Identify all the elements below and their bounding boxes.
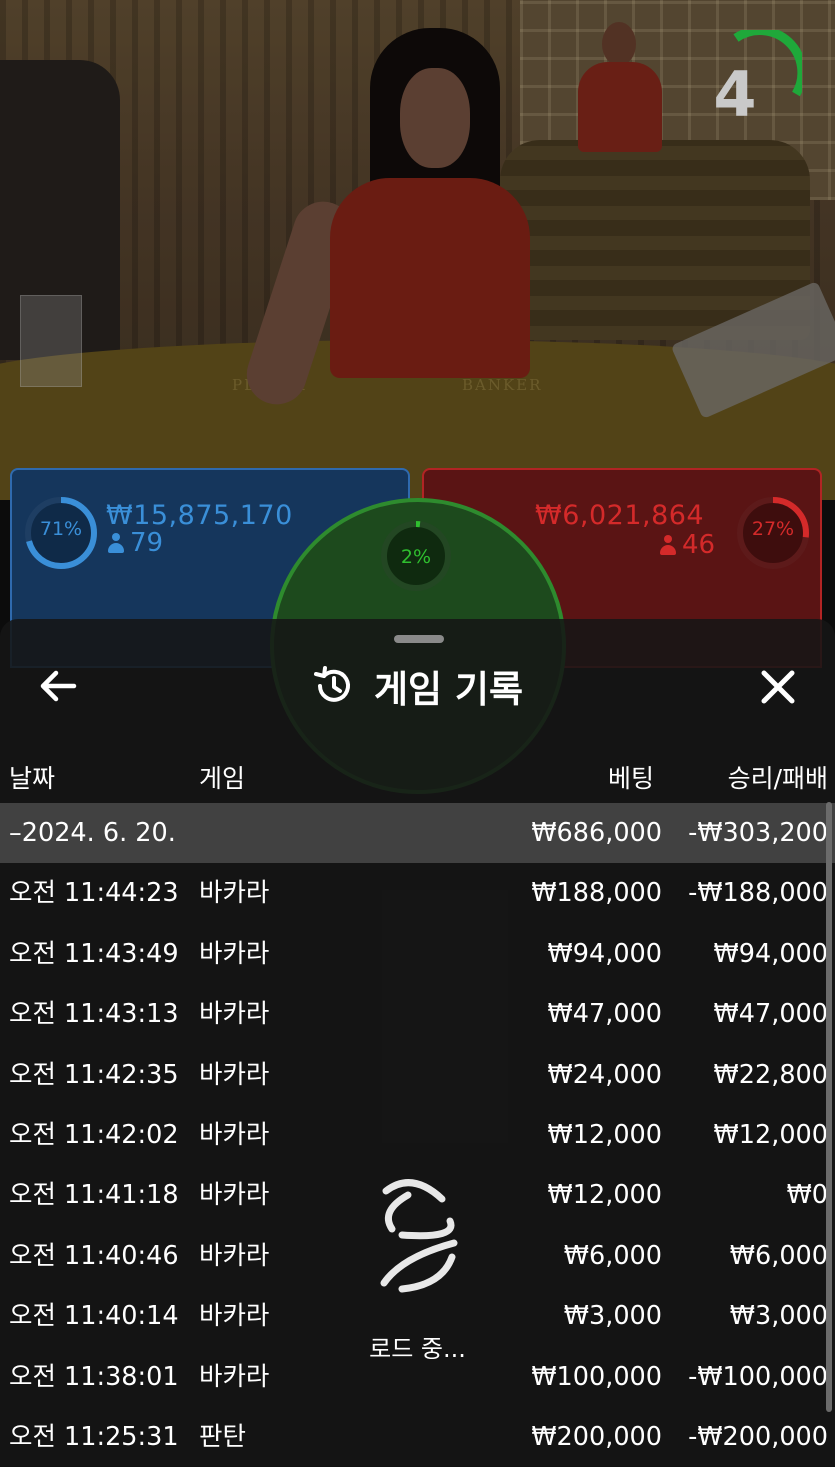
countdown-number: 4 [713,58,757,131]
row-result: -₩188,000 [688,878,828,909]
column-header-result: 승리/패배 [727,764,828,793]
history-row[interactable]: 오전 11:43:49 바카라 ₩94,000 ₩94,000 [0,924,835,984]
close-button[interactable] [752,661,804,713]
row-time: 오전 11:43:49 [9,938,179,969]
row-time: 오전 11:43:13 [9,999,179,1030]
banker-total-bet: ₩6,021,864 [535,500,705,531]
group-bet-total: ₩686,000 [531,818,662,848]
row-game: 판탄 [199,1421,246,1452]
row-time: 오전 11:41:18 [9,1180,179,1211]
drag-handle[interactable] [394,635,444,643]
history-row[interactable]: 오전 11:44:23 바카라 ₩188,000 -₩188,000 [0,863,835,923]
close-icon [761,670,795,704]
row-time: 오전 11:25:31 [9,1421,179,1452]
group-date: –2024. 6. 20. [9,818,176,848]
loading-label: 로드 중... [369,1335,466,1363]
tie-percent: 2% [400,546,432,568]
player-count: 79 [108,528,163,558]
row-game: 바카라 [199,999,270,1030]
column-header-bet: 베팅 [607,764,654,793]
row-bet: ₩12,000 [547,1180,662,1211]
row-bet: ₩188,000 [531,878,662,909]
loading-spinner-icon [380,1179,458,1293]
row-time: 오전 11:42:02 [9,1119,179,1150]
panel-title: 게임 기록 [373,668,524,711]
row-result: ₩22,800 [713,1059,828,1090]
scrollbar[interactable] [826,802,832,1412]
player-total-bet: ₩15,875,170 [106,500,293,531]
player-percent: 71% [39,518,83,540]
row-result: -₩200,000 [688,1421,828,1452]
game-history-panel: 게임 기록 날짜 게임 베팅 승리/패배 –2024. 6. 20. ₩686,… [0,619,835,1466]
date-group-row[interactable]: –2024. 6. 20. ₩686,000 -₩303,200 [0,803,835,864]
row-game: 바카라 [199,1119,270,1150]
row-bet: ₩47,000 [547,999,662,1030]
history-row[interactable]: 오전 11:25:31 판탄 ₩200,000 -₩200,000 [0,1407,835,1467]
row-time: 오전 11:40:46 [9,1240,179,1271]
history-row[interactable]: 오전 11:42:02 바카라 ₩12,000 ₩12,000 [0,1105,835,1165]
row-bet: ₩24,000 [547,1059,662,1090]
user-icon [108,533,124,553]
row-game: 바카라 [199,938,270,969]
row-bet: ₩200,000 [531,1421,662,1452]
banker-count: 46 [660,530,715,560]
column-header-date: 날짜 [9,764,56,793]
row-game: 바카라 [199,1059,270,1090]
row-result: ₩0 [786,1180,828,1211]
history-icon [313,666,350,702]
column-header-game: 게임 [199,764,246,793]
history-list: –2024. 6. 20. ₩686,000 -₩303,200 오전 11:4… [0,803,835,1467]
row-game: 바카라 [199,1180,270,1211]
row-bet: ₩6,000 [563,1240,662,1271]
user-icon [660,535,676,555]
history-row[interactable]: 오전 11:42:35 바카라 ₩24,000 ₩22,800 [0,1045,835,1105]
banker-percent: 27% [751,518,795,540]
row-result: ₩6,000 [729,1240,828,1271]
row-bet: ₩94,000 [547,938,662,969]
row-result: ₩12,000 [713,1119,828,1150]
row-time: 오전 11:44:23 [9,878,179,909]
group-result-total: -₩303,200 [688,818,828,848]
history-row[interactable]: 오전 11:43:13 바카라 ₩47,000 ₩47,000 [0,984,835,1044]
panel-header: 게임 기록 [0,659,835,711]
row-game: 바카라 [199,1240,270,1271]
row-bet: ₩12,000 [547,1119,662,1150]
row-time: 오전 11:42:35 [9,1059,179,1090]
row-result: ₩47,000 [713,999,828,1030]
row-result: ₩94,000 [713,938,828,969]
row-game: 바카라 [199,878,270,909]
